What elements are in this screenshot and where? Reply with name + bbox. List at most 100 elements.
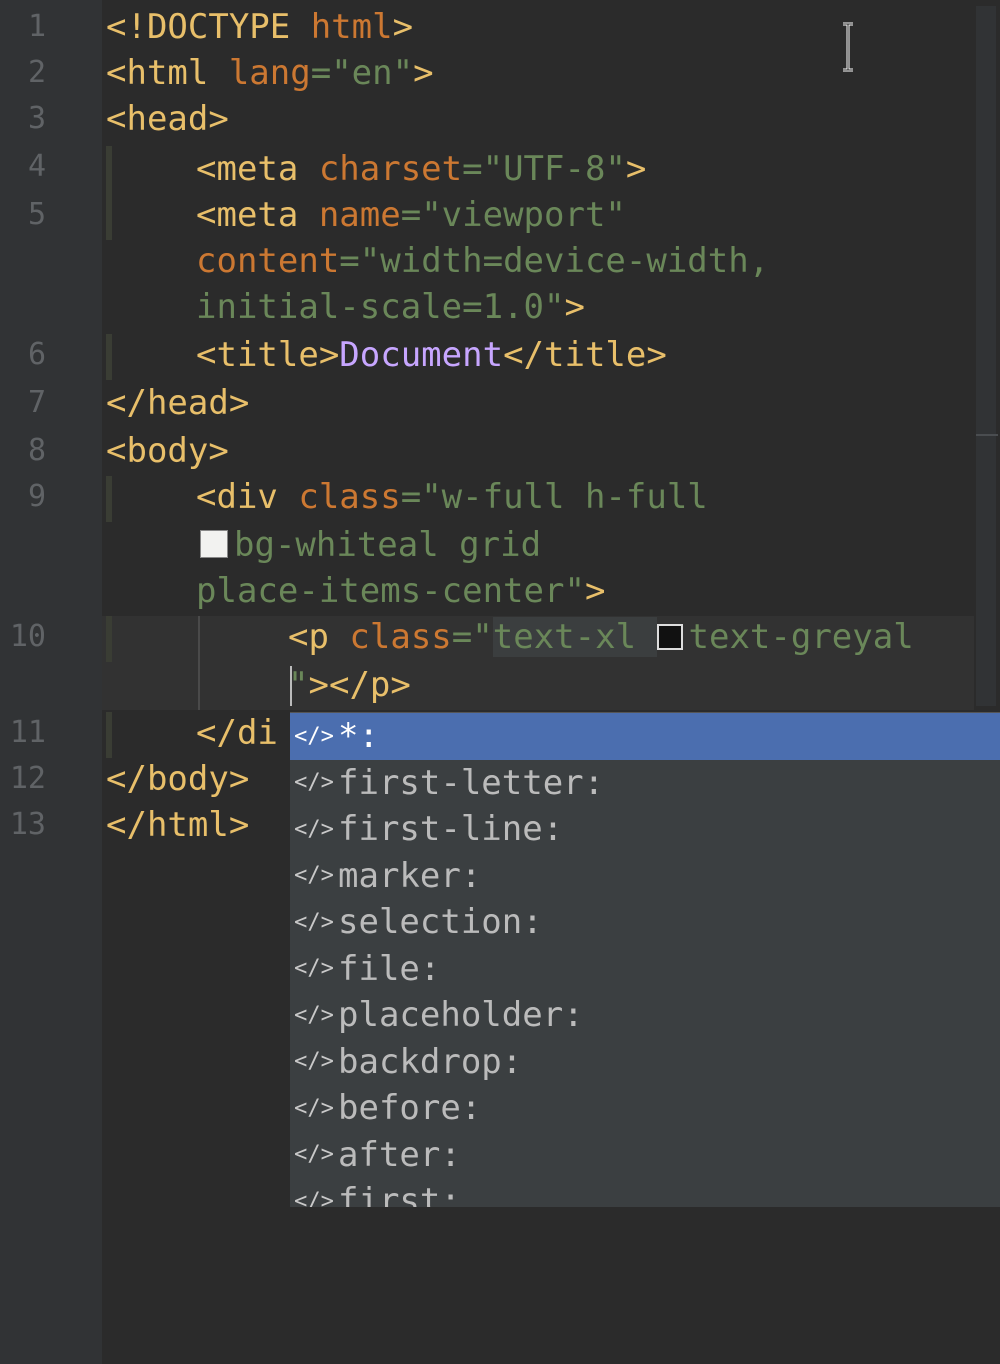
- text-caret: [290, 666, 292, 706]
- string-token-highlighted: text-xl: [492, 617, 657, 657]
- string-token: "width=device-width,: [359, 241, 770, 281]
- indent-guide: [106, 476, 112, 522]
- completion-item[interactable]: </> *:: [290, 713, 1000, 760]
- equals-token: =: [339, 241, 360, 281]
- line-number: 10: [9, 619, 46, 654]
- line-number: 13: [9, 807, 46, 842]
- indent-guide: [106, 146, 112, 240]
- tag-token: >: [584, 571, 606, 611]
- code-line-3[interactable]: <head>: [106, 96, 229, 142]
- equals-token: =: [400, 477, 422, 517]
- line-number: 1: [27, 9, 46, 44]
- code-line-13[interactable]: </html>: [106, 802, 249, 848]
- tag-token: >: [308, 665, 329, 705]
- tag-token: <head>: [106, 99, 229, 139]
- code-tag-icon: </>: [294, 1002, 334, 1028]
- code-line-10[interactable]: <p class="text-xl text-greyal: [288, 614, 914, 660]
- color-swatch-black[interactable]: [656, 624, 683, 650]
- tag-token: >: [413, 53, 434, 93]
- completion-item[interactable]: </> marker:: [290, 853, 1000, 900]
- code-line-12[interactable]: </body>: [106, 756, 249, 802]
- tag-token: >: [564, 287, 585, 327]
- indent-guide: [106, 712, 112, 758]
- equals-token: =: [310, 53, 332, 93]
- tag-token: <meta: [196, 195, 319, 235]
- line-number: 12: [9, 761, 46, 796]
- completion-item[interactable]: </> backdrop:: [290, 1039, 1000, 1086]
- tag-token: <meta: [196, 149, 319, 189]
- code-line-9[interactable]: <div class="w-full h-full: [196, 474, 708, 520]
- line-number: 2: [27, 55, 46, 90]
- line-number: 3: [27, 101, 46, 136]
- line-number: 8: [27, 433, 46, 468]
- completion-item[interactable]: </> after:: [290, 1132, 1000, 1179]
- attr-token: charset: [318, 149, 463, 189]
- code-tag-icon: </>: [294, 816, 334, 842]
- completion-item[interactable]: </> first:: [290, 1178, 1000, 1207]
- code-line-8[interactable]: <body>: [106, 428, 229, 474]
- string-token: place-items-center": [196, 571, 585, 611]
- completion-item[interactable]: </> selection:: [290, 899, 1000, 946]
- attr-token: lang: [228, 53, 311, 93]
- code-line-9-wrap[interactable]: bg-whiteal grid: [200, 522, 541, 568]
- code-line-4[interactable]: <meta charset="UTF-8">: [196, 146, 646, 192]
- code-line-7[interactable]: </head>: [106, 380, 249, 426]
- tag-token: </di: [196, 713, 278, 753]
- code-line-6[interactable]: <title>Document</title>: [196, 332, 667, 378]
- string-token: "en": [331, 53, 414, 93]
- attr-token: name: [318, 195, 401, 235]
- code-tag-icon: </>: [294, 1095, 334, 1121]
- code-line-1[interactable]: <!DOCTYPE html>: [106, 4, 413, 50]
- color-swatch-white[interactable]: [200, 530, 228, 558]
- tag-token: <!DOCTYPE: [106, 7, 311, 47]
- line-number: 4: [27, 149, 46, 184]
- code-tag-icon: </>: [294, 1142, 334, 1168]
- completion-label: marker:: [338, 855, 482, 896]
- tag-token: </body>: [106, 759, 250, 799]
- completion-item[interactable]: </> first-line:: [290, 806, 1000, 853]
- scrollbar-track[interactable]: [976, 6, 996, 706]
- string-token: "w-full h-full: [421, 477, 708, 517]
- string-token: "UTF-8": [482, 149, 626, 189]
- string-token: ": [472, 617, 493, 657]
- tag-token: <body>: [106, 431, 229, 471]
- code-line-5-wrap[interactable]: content="width=device-width,: [196, 238, 769, 284]
- completion-label: placeholder:: [338, 995, 584, 1036]
- code-tag-icon: </>: [294, 1049, 334, 1075]
- code-line-5[interactable]: <meta name="viewport": [196, 192, 626, 238]
- tag-token: </head>: [106, 383, 250, 423]
- indent-guide: [198, 616, 200, 710]
- tag-token: <title>: [196, 335, 340, 375]
- completion-item[interactable]: </> before:: [290, 1085, 1000, 1132]
- string-token: bg-whiteal grid: [234, 525, 542, 565]
- line-number: 7: [27, 385, 46, 420]
- doctype-token: html: [310, 7, 393, 47]
- completion-label: first-letter:: [338, 762, 605, 803]
- tag-token: <p: [288, 617, 350, 657]
- completion-item[interactable]: </> file:: [290, 946, 1000, 993]
- line-number: 5: [27, 197, 46, 232]
- completion-item[interactable]: </> first-letter:: [290, 760, 1000, 807]
- completion-label: *:: [338, 716, 379, 757]
- code-tag-icon: </>: [294, 723, 334, 749]
- completion-label: selection:: [338, 902, 543, 943]
- tag-token: </p>: [328, 665, 411, 705]
- completion-item[interactable]: </> placeholder:: [290, 992, 1000, 1039]
- code-line-11[interactable]: </di: [196, 710, 278, 756]
- code-line-10-wrap[interactable]: "></p>: [288, 662, 411, 708]
- autocomplete-popup[interactable]: </> *: </> first-letter: </> first-line: </…: [290, 712, 1000, 1207]
- code-tag-icon: </>: [294, 770, 334, 796]
- line-number: 11: [9, 715, 46, 750]
- string-token: initial-scale=1.0": [196, 287, 565, 327]
- indent-guide: [106, 616, 112, 662]
- attr-token: class: [298, 477, 401, 517]
- code-line-9-wrap[interactable]: place-items-center">: [196, 568, 605, 614]
- scrollbar-marker: [976, 434, 998, 436]
- equals-token: =: [400, 195, 422, 235]
- completion-label: file:: [338, 948, 441, 989]
- code-tag-icon: </>: [294, 1188, 334, 1207]
- tag-token: <html: [106, 53, 229, 93]
- code-line-2[interactable]: <html lang="en">: [106, 50, 434, 96]
- code-line-5-wrap[interactable]: initial-scale=1.0">: [196, 284, 585, 330]
- completion-label: after:: [338, 1134, 461, 1175]
